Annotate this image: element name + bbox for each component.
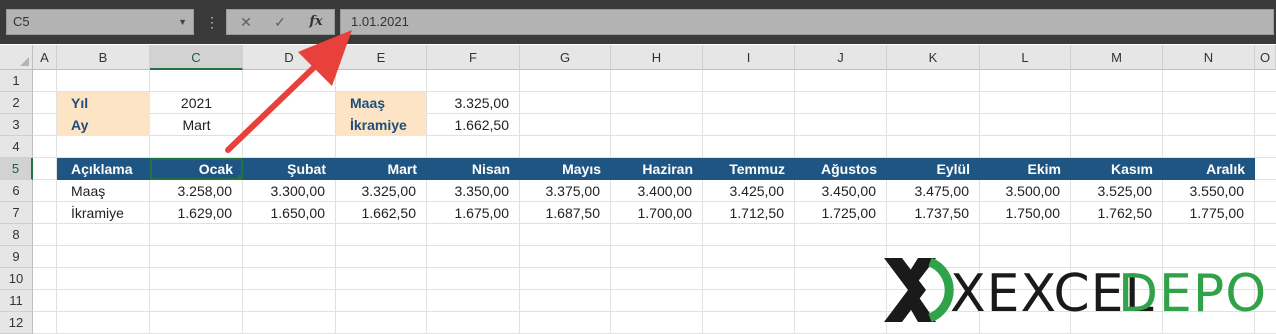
- logo-word-depo: DEPO: [1118, 264, 1268, 324]
- exceldepo-logo: XEXCEL DEPO: [878, 252, 1268, 328]
- logo-x-mark-icon: [884, 257, 954, 323]
